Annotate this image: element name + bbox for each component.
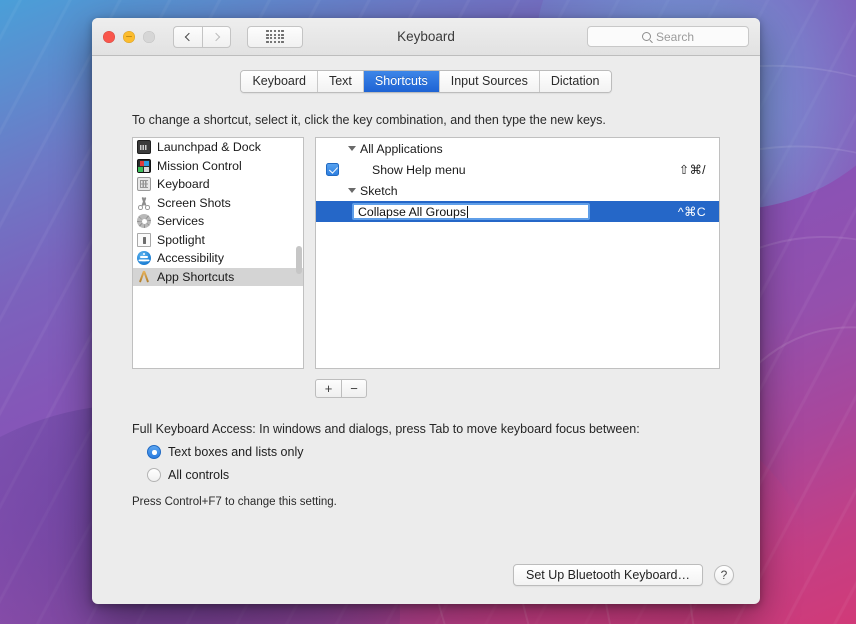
sidebar-item-launchpad-dock[interactable]: Launchpad & Dock [133, 138, 303, 157]
sidebar-item-spotlight[interactable]: Spotlight [133, 231, 303, 250]
app-shortcuts-icon [137, 270, 151, 284]
tab-shortcuts[interactable]: Shortcuts [363, 71, 440, 92]
radio-all-controls[interactable]: All controls [147, 468, 760, 482]
shortcut-group-sketch[interactable]: Sketch [316, 180, 719, 201]
radio-label: Text boxes and lists only [168, 445, 304, 459]
table-row[interactable]: Show Help menu ⇧⌘/ [316, 159, 719, 180]
gear-icon [137, 214, 151, 229]
full-keyboard-access-note: Press Control+F7 to change this setting. [132, 496, 337, 508]
accessibility-icon [137, 251, 151, 266]
minimize-button[interactable] [123, 30, 135, 43]
category-list[interactable]: Launchpad & Dock Mission Control Keyboar… [132, 137, 304, 369]
sidebar-item-mission-control[interactable]: Mission Control [133, 157, 303, 176]
add-shortcut-button[interactable]: + [315, 379, 341, 398]
radio-button[interactable] [147, 468, 161, 482]
tab-bar: Keyboard Text Shortcuts Input Sources Di… [92, 70, 760, 93]
window-body: Keyboard Text Shortcuts Input Sources Di… [92, 56, 760, 604]
zoom-button [143, 30, 155, 43]
scissors-icon [137, 196, 151, 210]
help-button[interactable]: ? [714, 565, 734, 585]
tab-input-sources[interactable]: Input Sources [439, 71, 540, 92]
remove-shortcut-button[interactable]: − [341, 379, 367, 398]
radio-label: All controls [168, 468, 230, 482]
search-placeholder: Search [655, 29, 695, 44]
shortcut-name-edit-wrap: Collapse All Groups [316, 203, 678, 220]
close-button[interactable] [103, 30, 115, 43]
all-preferences-icon [266, 29, 284, 44]
shortcut-checkbox[interactable] [325, 163, 339, 176]
keyboard-preferences-window: Keyboard Search Keyboard Text Shortcuts … [92, 18, 760, 604]
sidebar-item-label: App Shortcuts [157, 269, 235, 284]
shortcut-name[interactable]: Show Help menu [348, 163, 679, 177]
set-up-bluetooth-keyboard-button[interactable]: Set Up Bluetooth Keyboard… [513, 564, 703, 586]
search-field[interactable]: Search [587, 26, 749, 47]
chevron-down-icon[interactable] [348, 146, 356, 151]
launchpad-icon [137, 140, 151, 155]
back-button[interactable] [173, 25, 202, 48]
list-edit-buttons: + − [315, 379, 760, 398]
desktop-wallpaper: Keyboard Search Keyboard Text Shortcuts … [0, 0, 856, 624]
shortcut-group-label: All Applications [360, 141, 443, 156]
tab-dictation[interactable]: Dictation [539, 71, 611, 92]
show-all-preferences-button[interactable] [247, 25, 303, 48]
sidebar-item-label: Accessibility [157, 251, 224, 266]
instruction-text: To change a shortcut, select it, click t… [132, 113, 606, 127]
shortcut-group-label: Sketch [360, 183, 398, 198]
mission-control-icon [137, 158, 151, 173]
back-icon [184, 32, 194, 41]
window-footer: Set Up Bluetooth Keyboard… ? [92, 564, 760, 604]
radio-text-boxes-and-lists-only[interactable]: Text boxes and lists only [147, 445, 760, 459]
sidebar-item-keyboard[interactable]: Keyboard [133, 175, 303, 194]
shortcut-keys[interactable]: ^⌘C [678, 205, 719, 219]
tab-keyboard[interactable]: Keyboard [241, 71, 318, 92]
sidebar-item-label: Launchpad & Dock [157, 140, 261, 155]
traffic-lights [103, 30, 155, 43]
shortcut-name-input[interactable]: Collapse All Groups [352, 203, 590, 220]
search-icon [641, 32, 651, 41]
chevron-down-icon[interactable] [348, 188, 356, 193]
forward-icon [211, 32, 220, 41]
sidebar-item-label: Mission Control [157, 158, 242, 173]
shortcut-enabled-cell [316, 163, 348, 176]
sidebar-item-label: Keyboard [157, 177, 210, 192]
full-keyboard-access-section: Full Keyboard Access: In windows and dia… [132, 422, 760, 508]
sidebar-item-services[interactable]: Services [133, 212, 303, 231]
document-icon [137, 232, 151, 247]
window-titlebar: Keyboard Search [92, 18, 760, 56]
navigation-buttons [173, 25, 231, 48]
shortcut-keys[interactable]: ⇧⌘/ [679, 163, 719, 177]
sidebar-item-label: Services [157, 214, 205, 229]
forward-button [202, 25, 231, 48]
radio-button[interactable] [147, 445, 161, 459]
sidebar-item-app-shortcuts[interactable]: App Shortcuts [133, 267, 303, 286]
shortcut-name-input-value: Collapse All Groups [358, 204, 466, 219]
table-row-selected[interactable]: Collapse All Groups ^⌘C [316, 201, 719, 222]
shortcut-panes: Launchpad & Dock Mission Control Keyboar… [132, 137, 720, 369]
keyboard-icon [137, 177, 151, 192]
text-caret [467, 205, 468, 218]
sidebar-item-accessibility[interactable]: Accessibility [133, 249, 303, 268]
shortcut-group-all-applications[interactable]: All Applications [316, 138, 719, 159]
shortcut-list[interactable]: All Applications Show Help menu ⇧⌘/ Sket… [315, 137, 720, 369]
sidebar-item-label: Spotlight [157, 232, 205, 247]
category-list-scrollbar[interactable] [295, 246, 302, 274]
sidebar-item-label: Screen Shots [157, 195, 231, 210]
full-keyboard-access-title: Full Keyboard Access: In windows and dia… [132, 422, 640, 436]
sidebar-item-screen-shots[interactable]: Screen Shots [133, 194, 303, 213]
tab-text[interactable]: Text [317, 71, 364, 92]
